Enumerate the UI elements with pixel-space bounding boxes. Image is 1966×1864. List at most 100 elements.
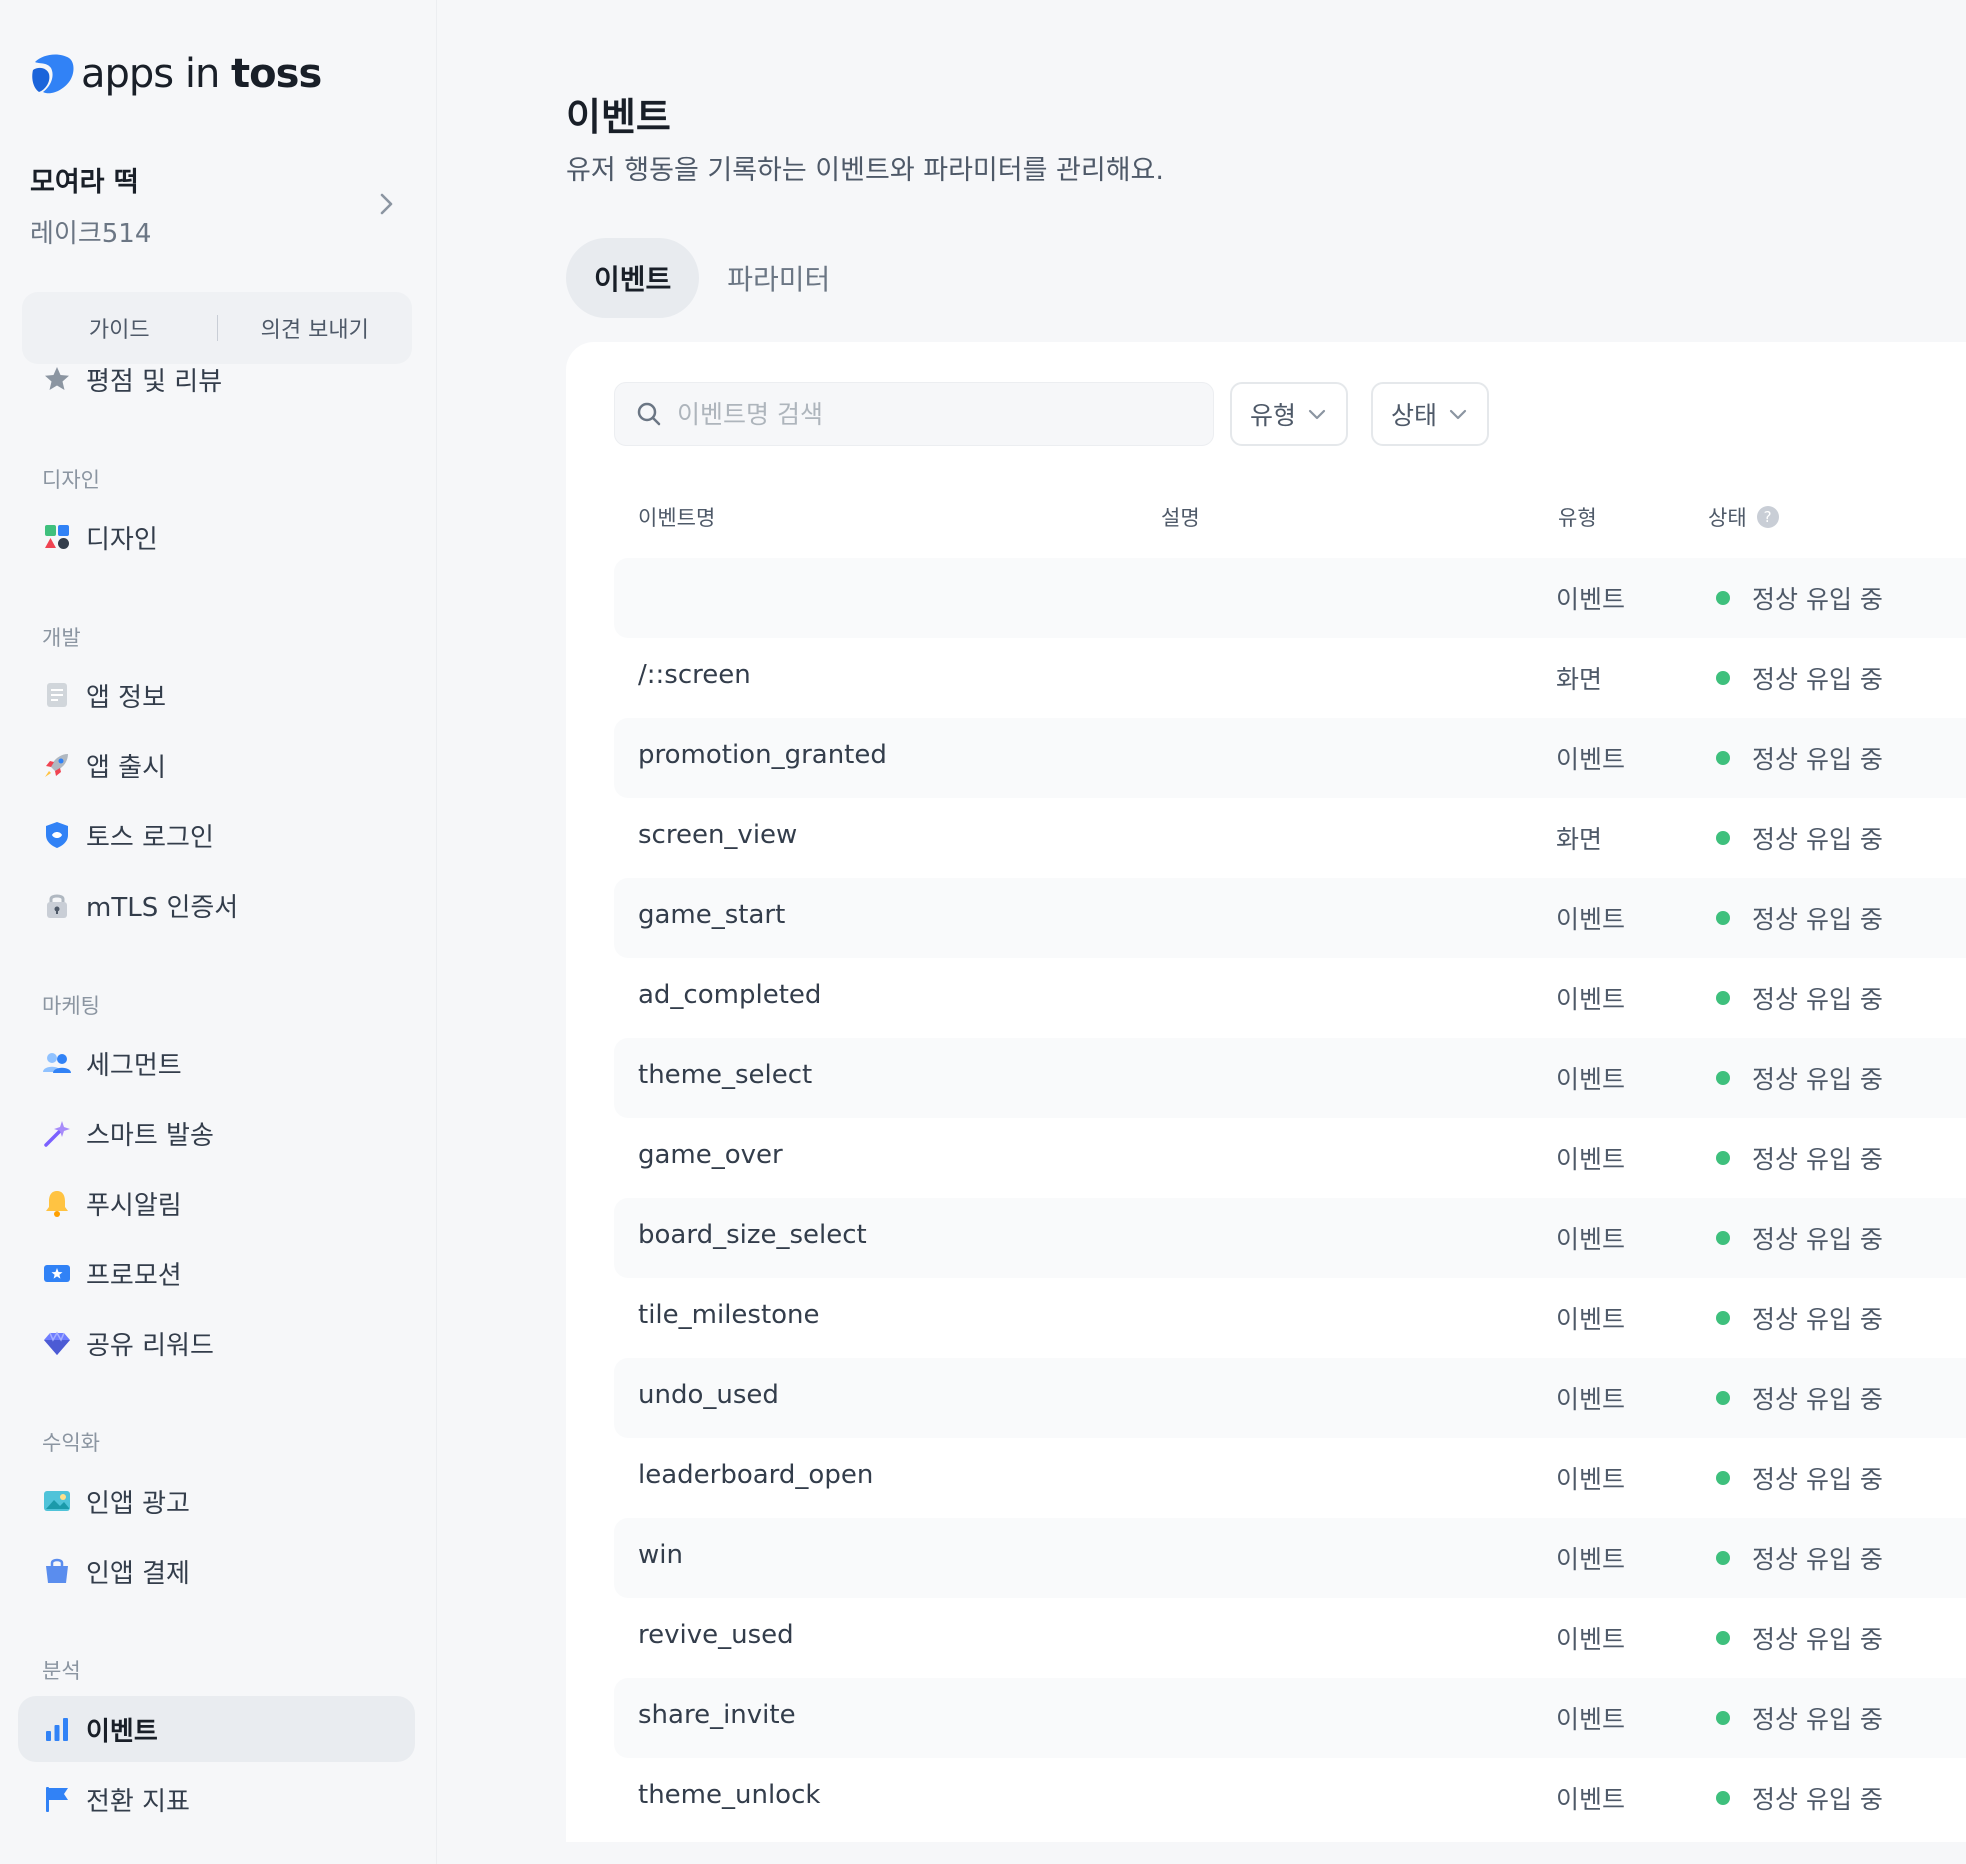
table-row[interactable]: game_over 이벤트 정상 유입 중: [614, 1118, 1966, 1198]
section-title-monetization: 수익화: [42, 1431, 100, 1455]
status-filter-label: 상태: [1391, 401, 1438, 430]
section-title-design: 디자인: [42, 468, 100, 492]
table-row[interactable]: share_invite 이벤트 정상 유입 중: [614, 1678, 1966, 1758]
status-dot-icon: [1716, 1311, 1730, 1325]
sidebar-item-label: 프로모션: [86, 1260, 182, 1291]
sidebar-item-promotion[interactable]: 프로모션: [18, 1240, 415, 1306]
status-dot-icon: [1716, 1471, 1730, 1485]
sidebar-item-mtls[interactable]: mTLS 인증서: [18, 872, 415, 938]
status-filter-dropdown[interactable]: 상태: [1371, 382, 1490, 446]
event-name: share_invite: [638, 1700, 796, 1730]
status-dot-icon: [1716, 1791, 1730, 1805]
event-type: 이벤트: [1556, 585, 1626, 614]
image-icon: [42, 1486, 72, 1516]
search-box[interactable]: [614, 382, 1214, 446]
table-row[interactable]: game_start 이벤트 정상 유입 중: [614, 878, 1966, 958]
column-header-status-label: 상태: [1708, 506, 1747, 530]
event-type: 이벤트: [1556, 1785, 1626, 1814]
table-row[interactable]: revive_used 이벤트 정상 유입 중: [614, 1598, 1966, 1678]
type-filter-label: 유형: [1250, 401, 1297, 430]
table-row[interactable]: promotion_granted 이벤트 정상 유입 중: [614, 718, 1966, 798]
tab-events[interactable]: 이벤트: [566, 238, 700, 318]
event-type: 이벤트: [1556, 1545, 1626, 1574]
event-status-label: 정상 유입 중: [1752, 1305, 1883, 1334]
page-description: 유저 행동을 기록하는 이벤트와 파라미터를 관리해요.: [566, 155, 1164, 186]
table-row[interactable]: theme_unlock 이벤트 정상 유입 중: [614, 1758, 1966, 1838]
table-row[interactable]: 이벤트 정상 유입 중: [614, 558, 1966, 638]
section-title-analytics: 분석: [42, 1659, 81, 1683]
status-dot-icon: [1716, 1551, 1730, 1565]
sidebar-item-smart-send[interactable]: 스마트 발송: [18, 1100, 415, 1166]
event-name: leaderboard_open: [638, 1460, 874, 1490]
star-icon: [42, 364, 72, 394]
sidebar-item-reviews[interactable]: 평점 및 리뷰: [18, 346, 415, 412]
event-status-label: 정상 유입 중: [1752, 585, 1883, 614]
ticket-icon: [42, 1258, 72, 1288]
sidebar-item-inapp-ads[interactable]: 인앱 광고: [18, 1468, 415, 1534]
table-row[interactable]: theme_select 이벤트 정상 유입 중: [614, 1038, 1966, 1118]
flag-icon: [42, 1784, 72, 1814]
tab-parameters[interactable]: 파라미터: [699, 238, 858, 318]
event-name: ad_completed: [638, 980, 822, 1010]
event-name: game_over: [638, 1140, 783, 1170]
sidebar-item-label: mTLS 인증서: [86, 892, 239, 923]
table-row[interactable]: undo_used 이벤트 정상 유입 중: [614, 1358, 1966, 1438]
guide-link[interactable]: 가이드: [22, 312, 217, 344]
sidebar-item-share-reward[interactable]: 공유 리워드: [18, 1310, 415, 1376]
sidebar-item-label: 세그먼트: [86, 1050, 182, 1081]
event-name: undo_used: [638, 1380, 779, 1410]
chevron-right-icon: [380, 193, 393, 215]
event-type: 화면: [1556, 665, 1603, 694]
sidebar-item-label: 디자인: [86, 524, 158, 555]
column-header-type[interactable]: 유형: [1558, 502, 1597, 532]
event-status: 정상 유입 중: [1716, 1460, 1883, 1496]
search-input[interactable]: [677, 399, 1197, 429]
table-row[interactable]: board_size_select 이벤트 정상 유입 중: [614, 1198, 1966, 1278]
event-status: 정상 유입 중: [1716, 1540, 1883, 1576]
column-header-status: 상태 ?: [1708, 502, 1779, 532]
help-icon[interactable]: ?: [1756, 506, 1779, 528]
event-status: 정상 유입 중: [1716, 740, 1883, 776]
page-title: 이벤트: [566, 95, 671, 139]
events-card: 유형 상태 이벤트명 설명 유형 상태 ? 이벤트정상 유입 중/::scree…: [566, 342, 1966, 1842]
status-dot-icon: [1716, 1391, 1730, 1405]
event-type: 이벤트: [1556, 1305, 1626, 1334]
table-row[interactable]: tile_milestone 이벤트 정상 유입 중: [614, 1278, 1966, 1358]
sidebar-item-events[interactable]: 이벤트: [18, 1696, 415, 1762]
event-name: /::screen: [638, 660, 751, 690]
event-name: revive_used: [638, 1620, 794, 1650]
event-status-label: 정상 유입 중: [1752, 665, 1883, 694]
app-selector[interactable]: 모여라 떡 레이크514: [30, 160, 400, 250]
chevron-down-icon: [1449, 409, 1467, 420]
event-status-label: 정상 유입 중: [1752, 1625, 1883, 1654]
sidebar-item-label: 푸시알림: [86, 1190, 182, 1221]
table-row[interactable]: win 이벤트 정상 유입 중: [614, 1518, 1966, 1598]
users-icon: [42, 1048, 72, 1078]
sidebar-item-push[interactable]: 푸시알림: [18, 1170, 415, 1236]
table-row[interactable]: /::screen 화면 정상 유입 중: [614, 638, 1966, 718]
sidebar-item-inapp-payment[interactable]: 인앱 결제: [18, 1538, 415, 1604]
table-row[interactable]: ad_completed 이벤트 정상 유입 중: [614, 958, 1966, 1038]
sidebar-item-app-info[interactable]: 앱 정보: [18, 662, 415, 728]
sidebar-item-design[interactable]: 디자인: [18, 504, 415, 570]
event-type: 이벤트: [1556, 745, 1626, 774]
sidebar-item-segment[interactable]: 세그먼트: [18, 1030, 415, 1096]
table-row[interactable]: leaderboard_open 이벤트 정상 유입 중: [614, 1438, 1966, 1518]
status-dot-icon: [1716, 1151, 1730, 1165]
event-status-label: 정상 유입 중: [1752, 1465, 1883, 1494]
event-status-label: 정상 유입 중: [1752, 1705, 1883, 1734]
table-row[interactable]: screen_view 화면 정상 유입 중: [614, 798, 1966, 878]
column-header-name[interactable]: 이벤트명: [638, 502, 715, 532]
event-type: 이벤트: [1556, 1465, 1626, 1494]
type-filter-dropdown[interactable]: 유형: [1230, 382, 1349, 446]
event-name: game_start: [638, 900, 786, 930]
apps-in-toss-logo[interactable]: apps in toss: [29, 50, 322, 98]
chevron-down-icon: [1308, 409, 1326, 420]
event-status: 정상 유입 중: [1716, 1380, 1883, 1416]
sidebar-item-conversion[interactable]: 전환 지표: [18, 1766, 415, 1832]
sidebar-item-label: 인앱 광고: [86, 1488, 190, 1519]
sidebar-item-app-release[interactable]: 앱 출시: [18, 732, 415, 798]
event-name: screen_view: [638, 820, 798, 850]
sidebar-item-toss-login[interactable]: 토스 로그인: [18, 802, 415, 868]
feedback-link[interactable]: 의견 보내기: [218, 312, 413, 344]
